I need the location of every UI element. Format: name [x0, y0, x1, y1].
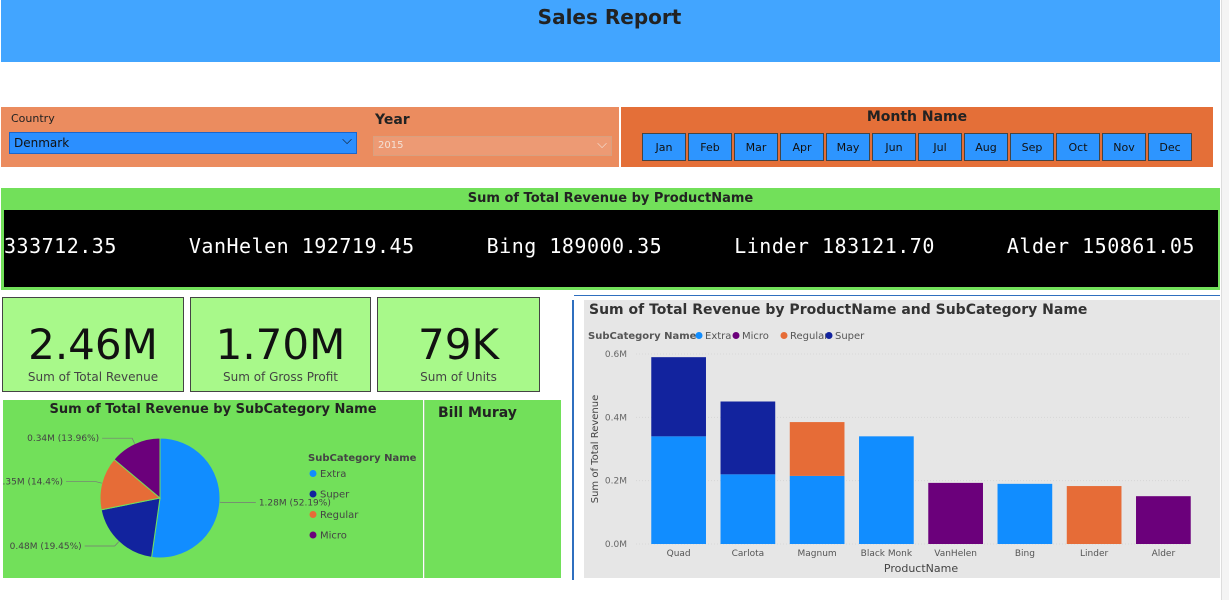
month-button-oct[interactable]: Oct	[1056, 133, 1100, 161]
pie-legend-marker	[309, 470, 317, 477]
pie-data-label: 0.34M (13.96%)	[27, 434, 99, 444]
kpi-card-gross-profit[interactable]: 1.70M Sum of Gross Profit	[190, 297, 371, 392]
month-button-jun[interactable]: Jun	[872, 133, 916, 161]
month-button-may[interactable]: May	[826, 133, 870, 161]
bar-legend-marker	[825, 332, 833, 339]
x-tick-label: Bing	[1015, 549, 1035, 559]
bar-bing-extra[interactable]	[997, 483, 1053, 544]
year-label: Year	[375, 112, 410, 128]
kpi-value: 79K	[418, 320, 499, 369]
pie-legend-marker	[309, 531, 317, 539]
year-value: 2015	[378, 140, 404, 151]
x-tick-label: Carlota	[732, 549, 765, 559]
y-tick-label: 0.2M	[605, 477, 627, 487]
x-tick-label: VanHelen	[934, 549, 977, 559]
bar-legend-item[interactable]: Regular	[790, 331, 829, 342]
kpi-label: Sum of Units	[420, 370, 497, 384]
stacked-bar-chart[interactable]: SubCategory Name Extra Micro Regular Super 0.…	[584, 320, 1220, 578]
kpi-card-units[interactable]: 79K Sum of Units	[377, 297, 540, 392]
bar-quad-extra[interactable]	[651, 436, 706, 544]
month-button-feb[interactable]: Feb	[688, 133, 732, 161]
ticker-item: Linder 183121.70	[734, 234, 935, 258]
chevron-down-icon: ⌵	[342, 133, 352, 148]
ticker-item: 333712.35	[4, 234, 117, 258]
ticker-item: Alder 150861.05	[1006, 234, 1195, 258]
divider-vertical	[572, 300, 574, 580]
bar-magnum-extra[interactable]	[789, 475, 845, 544]
y-tick-label: 0.6M	[605, 350, 627, 360]
name-card-text: Bill Muray	[438, 405, 517, 421]
y-tick-label: 0.0M	[605, 540, 627, 550]
pie-legend-item[interactable]: Regular	[320, 510, 359, 521]
pie-leader-line	[66, 481, 102, 484]
x-axis-title: ProductName	[884, 562, 958, 575]
x-tick-label: Quad	[667, 549, 691, 559]
month-button-mar[interactable]: Mar	[734, 133, 778, 161]
bar-legend-item[interactable]: Extra	[705, 331, 731, 342]
x-tick-label: Magnum	[798, 549, 837, 559]
bar-carlota-extra[interactable]	[720, 474, 776, 544]
month-slicer-title: Month Name	[866, 109, 968, 125]
y-axis-title: Sum of Total Revenue	[590, 395, 601, 504]
month-button-jul[interactable]: Jul	[918, 133, 962, 161]
pie-data-label: 0.35M (14.4%)	[3, 478, 63, 488]
pie-leader-line	[102, 437, 135, 444]
vertical-scrollbar[interactable]	[1221, 0, 1229, 600]
kpi-value: 2.46M	[28, 320, 158, 369]
bar-chart-title: Sum of Total Revenue by ProductName and …	[589, 302, 1088, 318]
pie-legend-marker	[309, 490, 317, 498]
divider-horizontal	[574, 295, 1220, 296]
kpi-value: 1.70M	[215, 320, 346, 369]
kpi-label: Sum of Gross Profit	[222, 370, 339, 384]
country-dropdown[interactable]: Denmark ⌵	[9, 132, 357, 154]
x-tick-label: Black Monk	[861, 549, 913, 559]
y-tick-label: 0.4M	[605, 413, 627, 423]
ticker-line: 333712.35 VanHelen 192719.45 Bing 189000.3…	[4, 234, 1218, 258]
bar-quad-super[interactable]	[651, 357, 706, 437]
bar-legend-marker	[780, 332, 788, 339]
month-button-aug[interactable]: Aug	[964, 133, 1008, 161]
pie-slice-extra[interactable]	[150, 437, 221, 559]
bar-legend-marker	[695, 332, 703, 339]
country-value: Denmark	[14, 136, 70, 150]
x-tick-label: Alder	[1152, 549, 1176, 559]
bar-legend-item[interactable]: Micro	[742, 331, 769, 342]
pie-leader-line	[84, 541, 120, 547]
bar-vanhelen-micro[interactable]	[928, 482, 983, 544]
pie-legend-item[interactable]: Micro	[320, 531, 347, 542]
bar-carlota-super[interactable]	[720, 401, 776, 475]
x-tick-label: Linder	[1080, 549, 1108, 559]
ticker-title: Sum of Total Revenue by ProductName	[467, 191, 754, 206]
pie-legend-title: SubCategory Name	[308, 453, 417, 464]
bar-legend-marker	[732, 332, 740, 339]
pie-legend-marker	[309, 511, 317, 518]
pie-legend-item[interactable]: Super	[320, 490, 350, 501]
month-button-nov[interactable]: Nov	[1102, 133, 1146, 161]
bar-linder-regular[interactable]	[1066, 486, 1122, 544]
pie-data-label: 0.48M (19.45%)	[10, 542, 82, 552]
country-label: Country	[11, 112, 55, 125]
pie-chart[interactable]: 1.28M (52.19%)0.48M (19.45%)0.35M (14.4%…	[3, 420, 423, 578]
pie-chart-title: Sum of Total Revenue by SubCategory Name	[49, 402, 377, 417]
bar-alder-micro[interactable]	[1136, 496, 1191, 544]
revenue-ticker: 333712.35 VanHelen 192719.45 Bing 189000.3…	[4, 210, 1218, 287]
bar-legend-title: SubCategory Name	[588, 331, 697, 342]
kpi-card-total-revenue[interactable]: 2.46M Sum of Total Revenue	[2, 297, 184, 392]
bar-black-monk-extra[interactable]	[859, 436, 914, 544]
month-button-sep[interactable]: Sep	[1010, 133, 1054, 161]
name-card-panel	[424, 400, 561, 578]
kpi-label: Sum of Total Revenue	[27, 370, 159, 384]
pie-legend-item[interactable]: Extra	[320, 469, 346, 480]
chevron-down-icon: ⌵	[597, 137, 607, 152]
page-title: Sales Report	[537, 5, 682, 29]
ticker-item: Bing 189000.35	[486, 234, 663, 258]
month-button-jan[interactable]: Jan	[642, 133, 686, 161]
ticker-item: VanHelen 192719.45	[188, 234, 415, 258]
month-button-dec[interactable]: Dec	[1148, 133, 1192, 161]
bar-legend-item[interactable]: Super	[835, 331, 865, 342]
bar-magnum-regular[interactable]	[789, 422, 845, 476]
year-dropdown[interactable]: 2015 ⌵	[373, 136, 612, 156]
month-button-apr[interactable]: Apr	[780, 133, 824, 161]
